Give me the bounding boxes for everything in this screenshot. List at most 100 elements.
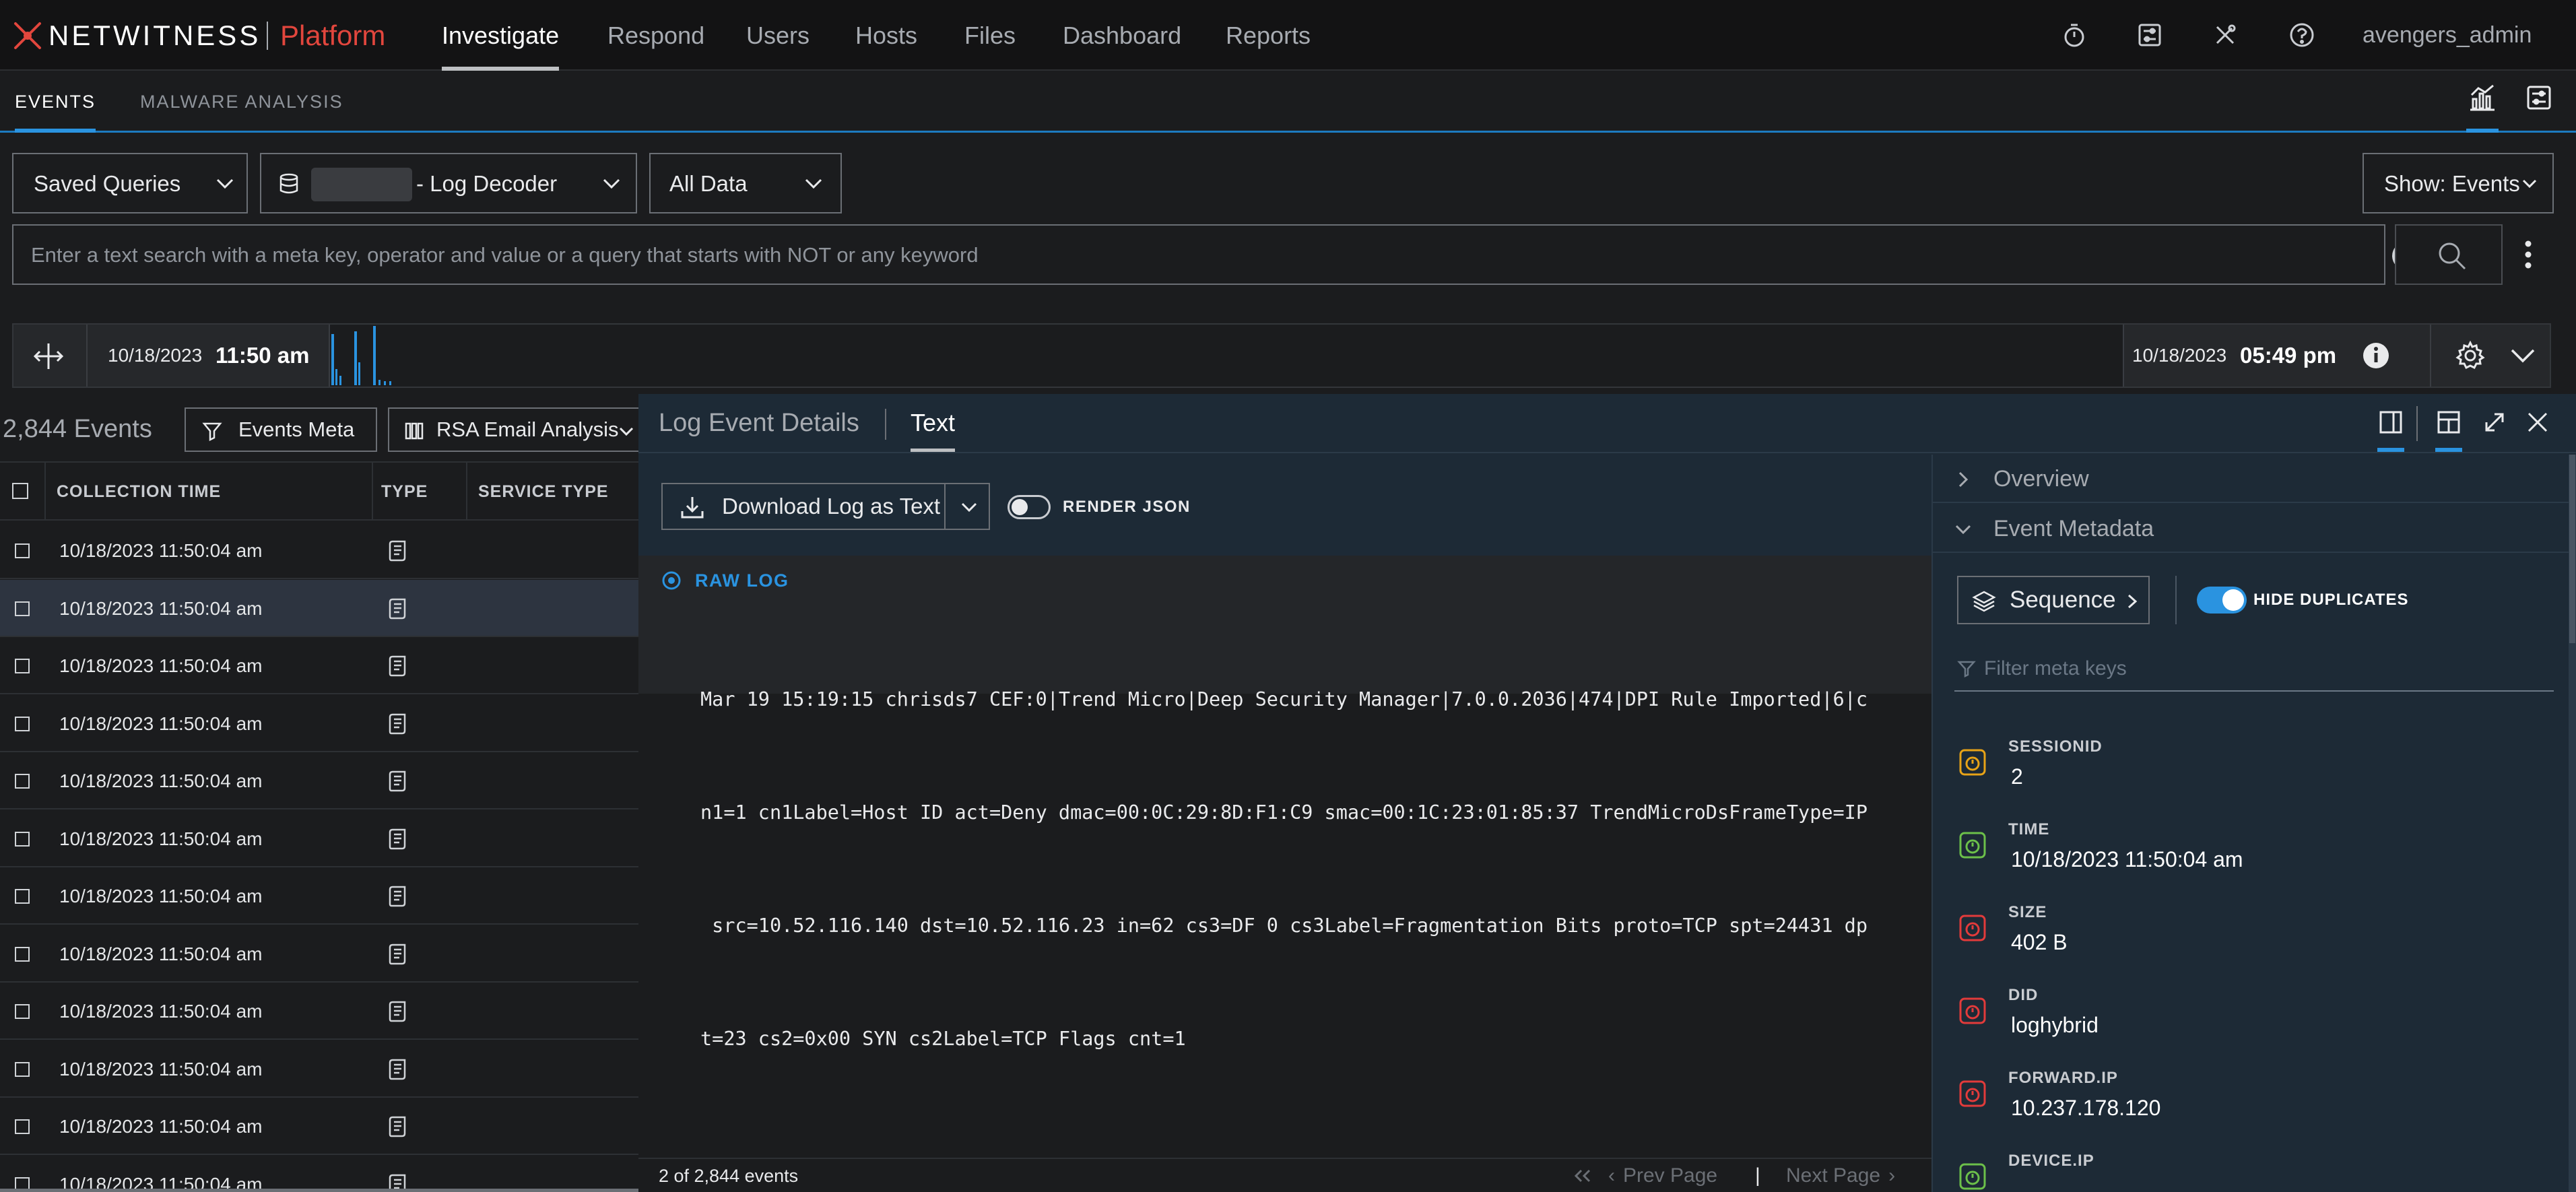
table-row[interactable]: 10/18/2023 11:50:04 am <box>0 637 638 694</box>
row-checkbox[interactable] <box>15 659 30 673</box>
nav-files[interactable]: Files <box>964 0 1016 71</box>
row-checkbox[interactable] <box>15 716 30 731</box>
saved-queries-dropdown[interactable]: Saved Queries <box>12 153 248 213</box>
meta-type-icon <box>1957 913 1988 943</box>
details-title: Log Event Details <box>659 409 859 437</box>
row-checkbox[interactable] <box>15 774 30 789</box>
row-checkbox[interactable] <box>15 601 30 616</box>
gear-icon[interactable] <box>2455 341 2485 370</box>
tab-text-label: Text <box>911 409 956 436</box>
events-meta-button[interactable]: Events Meta <box>185 407 377 452</box>
time-range-dropdown[interactable]: All Data <box>649 153 842 213</box>
search-placeholder: Enter a text search with a meta key, ope… <box>31 243 979 267</box>
table-row[interactable]: 10/18/2023 11:50:04 am <box>0 1098 638 1155</box>
nav-respond[interactable]: Respond <box>607 0 704 71</box>
column-header-service-type[interactable]: SERVICE TYPE <box>478 463 609 521</box>
tab-text[interactable]: Text <box>911 394 956 452</box>
table-row[interactable]: 10/18/2023 11:50:04 am <box>0 522 638 579</box>
nav-hosts[interactable]: Hosts <box>855 0 917 71</box>
row-checkbox[interactable] <box>15 889 30 904</box>
column-profile-label: RSA Email Analysis <box>436 418 619 441</box>
meta-value[interactable]: 402 B <box>2011 930 2068 955</box>
search-button[interactable] <box>2395 224 2503 285</box>
sequence-divider <box>2175 576 2177 624</box>
next-page-button[interactable]: Next Page › <box>1786 1159 1895 1192</box>
meta-value[interactable]: 2 <box>2011 764 2023 789</box>
row-checkbox[interactable] <box>15 1119 30 1134</box>
overview-section-header[interactable]: Overview <box>1933 455 2576 503</box>
expand-icon[interactable] <box>2482 410 2507 434</box>
expand-horizontal-icon[interactable] <box>32 341 65 372</box>
vertical-scrollbar[interactable] <box>2569 455 2576 1192</box>
timeline-collapse-chevron-icon[interactable] <box>2509 346 2536 365</box>
filter-meta-keys-input[interactable]: Filter meta keys <box>1954 650 2554 692</box>
meta-value[interactable]: loghybrid <box>2011 1013 2099 1038</box>
row-checkbox[interactable] <box>15 831 30 847</box>
first-page-icon[interactable] <box>1572 1168 1592 1183</box>
column-header-collection-time[interactable]: COLLECTION TIME <box>57 463 221 521</box>
download-log-button[interactable]: Download Log as Text <box>661 483 990 530</box>
table-row[interactable]: 10/18/2023 11:50:04 am <box>0 579 638 637</box>
meta-value[interactable]: 10.237.178.120 <box>2011 1096 2160 1121</box>
next-page-label: Next Page <box>1786 1164 1881 1187</box>
table-row[interactable]: 10/18/2023 11:50:04 am <box>0 752 638 809</box>
nav-investigate[interactable]: Investigate <box>442 0 560 71</box>
user-menu[interactable]: avengers_admin <box>2363 0 2532 71</box>
table-row[interactable]: 10/18/2023 11:50:04 am <box>0 983 638 1040</box>
event-details-header: Log Event Details Text <box>638 394 2576 453</box>
meta-value[interactable]: 10/18/2023 11:50:04 am <box>2011 847 2243 872</box>
download-options-chevron-icon[interactable] <box>960 500 978 514</box>
dock-right-button[interactable] <box>2377 409 2404 452</box>
settings-panel-icon[interactable] <box>2525 84 2552 111</box>
nav-dashboard[interactable]: Dashboard <box>1063 0 1181 71</box>
render-json-toggle[interactable] <box>1008 495 1051 519</box>
tools-icon[interactable] <box>2212 22 2239 48</box>
timer-icon[interactable] <box>2061 22 2088 48</box>
horizontal-scrollbar[interactable] <box>0 1189 638 1192</box>
meta-key: DEVICE.IP <box>2008 1152 2094 1170</box>
column-profile-dropdown[interactable]: RSA Email Analysis <box>388 407 638 452</box>
preferences-icon[interactable] <box>2136 22 2163 48</box>
event-metadata-section-header[interactable]: Event Metadata <box>1933 504 2576 553</box>
row-checkbox[interactable] <box>15 1004 30 1019</box>
table-row[interactable]: 10/18/2023 11:50:04 am <box>0 695 638 752</box>
tab-malware-analysis[interactable]: MALWARE ANALYSIS <box>140 71 343 133</box>
brand-divider <box>267 22 268 50</box>
table-row[interactable]: 10/18/2023 11:50:04 am <box>0 810 638 867</box>
nav-users[interactable]: Users <box>746 0 810 71</box>
close-icon[interactable] <box>2525 410 2550 434</box>
log-document-icon <box>388 770 408 793</box>
table-row[interactable]: 10/18/2023 11:50:04 am <box>0 1040 638 1098</box>
sequence-button[interactable]: Sequence <box>1957 576 2150 624</box>
dock-bottom-button[interactable] <box>2435 409 2462 452</box>
table-row[interactable]: 10/18/2023 11:50:04 am <box>0 1156 638 1192</box>
brand-name: NETWITNESS <box>48 20 261 51</box>
chart-view-button[interactable] <box>2466 81 2499 133</box>
table-row[interactable]: 10/18/2023 11:50:04 am <box>0 867 638 925</box>
column-header-type[interactable]: TYPE <box>381 463 428 521</box>
meta-key: DID <box>2008 986 2039 1004</box>
row-checkbox[interactable] <box>15 946 30 962</box>
row-collection-time: 10/18/2023 11:50:04 am <box>59 1058 263 1080</box>
more-options-icon[interactable] <box>2520 238 2536 271</box>
pager-bar: 2 of 2,844 events ‹ Prev Page | Next Page… <box>638 1158 1931 1192</box>
log-document-icon <box>388 597 408 620</box>
prev-page-button[interactable]: ‹ Prev Page <box>1608 1159 1717 1192</box>
nav-reports[interactable]: Reports <box>1226 0 1311 71</box>
row-checkbox[interactable] <box>15 1061 30 1077</box>
tab-events[interactable]: EVENTS <box>15 71 96 133</box>
hide-duplicates-toggle[interactable] <box>2197 587 2247 614</box>
table-row[interactable]: 10/18/2023 11:50:04 am <box>0 925 638 983</box>
show-events-dropdown[interactable]: Show: Events <box>2363 153 2554 213</box>
help-icon[interactable] <box>2288 22 2315 48</box>
timeline-info-icon[interactable] <box>2361 341 2391 370</box>
raw-log-line: src=10.52.116.140 dst=10.52.116.23 in=62… <box>700 915 1868 937</box>
row-collection-time: 10/18/2023 11:50:04 am <box>59 828 263 849</box>
query-search-input[interactable]: Enter a text search with a meta key, ope… <box>12 224 2420 285</box>
raw-log-collapse-icon[interactable] <box>661 570 682 591</box>
service-dropdown[interactable]: - Log Decoder <box>260 153 637 213</box>
timeline-end-time: 05:49 pm <box>2240 343 2337 368</box>
timeline-histogram[interactable] <box>329 325 2124 387</box>
select-all-checkbox[interactable] <box>12 483 28 499</box>
row-checkbox[interactable] <box>15 543 30 558</box>
